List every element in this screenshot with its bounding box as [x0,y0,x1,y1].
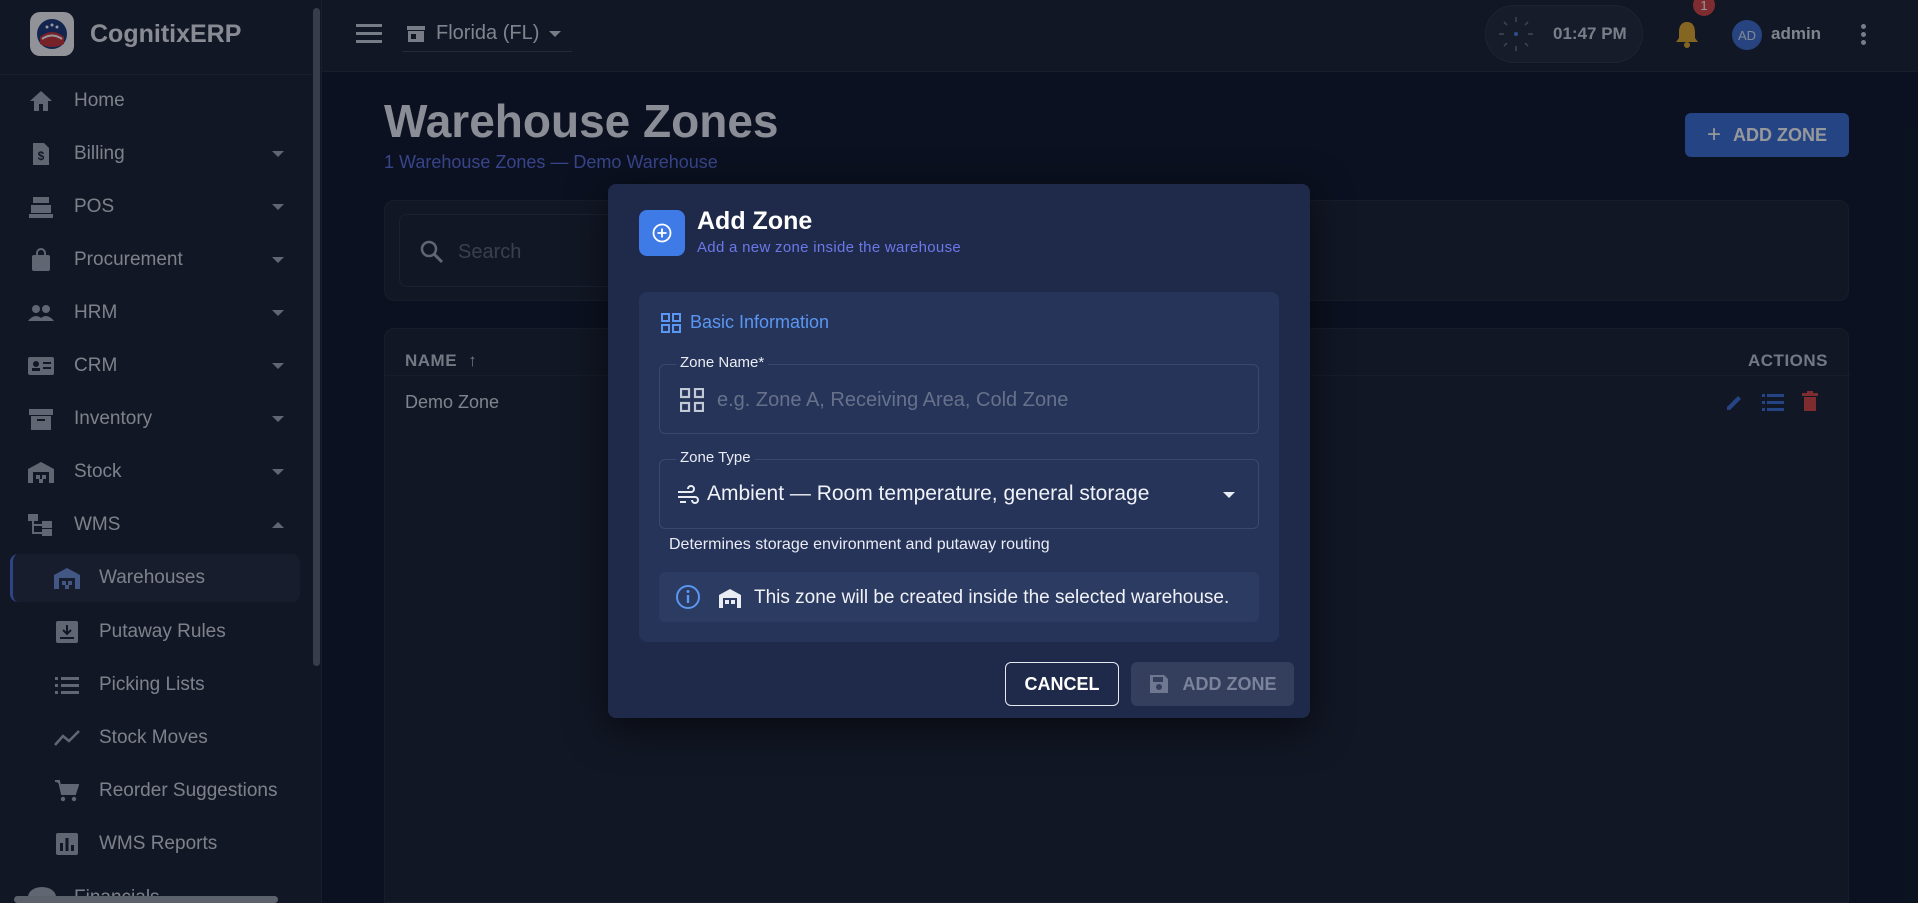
info-text: This zone will be created inside the sel… [754,587,1230,608]
zone-name-placeholder: e.g. Zone A, Receiving Area, Cold Zone [717,389,1069,411]
chevron-down-icon [1223,492,1235,498]
info-icon [675,584,701,615]
submit-label: ADD ZONE [1182,673,1277,694]
submit-add-zone-button[interactable]: ADD ZONE [1131,662,1294,706]
dialog-title: Add Zone [697,207,813,235]
basic-info-card: Basic Information Zone Name* e.g. Zone A… [639,292,1279,642]
zone-name-field[interactable]: Zone Name* e.g. Zone A, Receiving Area, … [659,354,1259,434]
air-icon [677,484,699,511]
grid-icon [661,312,681,333]
zone-type-value: Ambient — Room temperature, general stor… [707,482,1150,505]
field-label: Zone Name* [676,354,769,371]
zone-type-select[interactable]: Zone Type Ambient — Room temperature, ge… [659,449,1259,529]
add-circle-icon [639,210,685,256]
grid-icon [679,387,705,417]
dialog-subtitle: Add a new zone inside the warehouse [697,239,962,256]
save-icon [1149,674,1169,694]
section-title: Basic Information [690,312,830,332]
zone-type-helper: Determines storage environment and putaw… [669,536,1050,553]
section-header: Basic Information [661,312,829,333]
info-alert: This zone will be created inside the sel… [659,572,1259,622]
warehouse-icon [719,588,741,613]
add-zone-dialog: Add Zone Add a new zone inside the wareh… [608,184,1310,718]
field-label: Zone Type [676,449,755,466]
cancel-button[interactable]: CANCEL [1005,662,1119,706]
